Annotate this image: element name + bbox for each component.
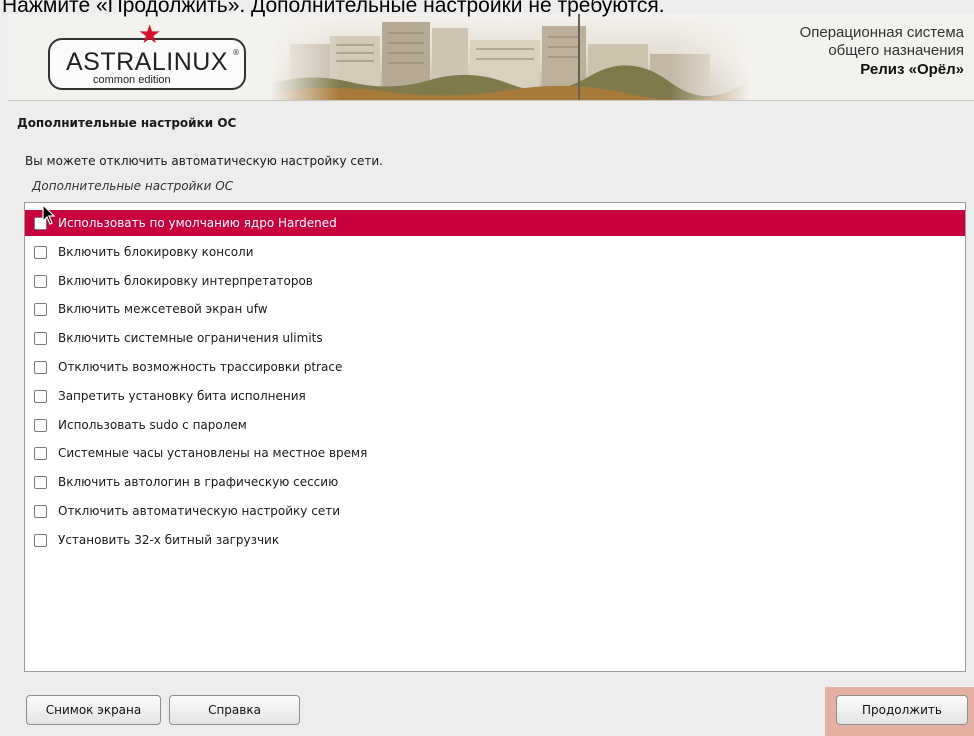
os-title-line1: Операционная система: [799, 24, 964, 41]
option-label: Включить межсетевой экран ufw: [58, 302, 268, 317]
option-checkbox[interactable]: [34, 245, 47, 259]
option-checkbox[interactable]: [34, 447, 47, 461]
option-row[interactable]: Использовать sudo с паролем: [25, 412, 965, 438]
option-label: Запретить установку бита исполнения: [58, 388, 306, 403]
option-checkbox[interactable]: [34, 303, 47, 317]
option-row[interactable]: Установить 32-х битный загрузчик: [25, 527, 965, 553]
os-info: Операционная система общего назначения Р…: [800, 24, 964, 80]
option-label: Включить автологин в графическую сессию: [58, 475, 339, 490]
cityscape-banner-image: [270, 14, 750, 100]
option-label: Отключить автоматическую настройку сети: [58, 504, 340, 518]
page-title: Дополнительные настройки ОС: [17, 116, 237, 130]
option-row[interactable]: Отключить возможность трассировки ptrace: [25, 354, 965, 380]
option-checkbox[interactable]: [34, 418, 47, 432]
logo-subtitle: common edition: [88, 74, 176, 86]
option-row[interactable]: Включить автологин в графическую сессию: [25, 469, 965, 495]
options-checklist: Использовать по умолчанию ядро Hardened В…: [24, 202, 966, 672]
option-label: Использовать sudo с паролем: [58, 417, 247, 432]
option-label: Отключить возможность трассировки ptrace: [58, 360, 343, 374]
screenshot-button[interactable]: Снимок экрана: [26, 695, 161, 725]
option-label: Установить 32-х битный загрузчик: [58, 532, 280, 547]
option-label: Включить блокировку консоли: [58, 244, 254, 259]
option-checkbox[interactable]: [34, 476, 47, 490]
option-checkbox[interactable]: [34, 274, 47, 288]
mouse-cursor-icon: [42, 204, 56, 225]
option-row[interactable]: Запретить установку бита исполнения: [25, 383, 965, 409]
description-text: Вы можете отключить автоматическую настр…: [25, 154, 383, 168]
astralinux-logo: ★ ASTRALINUX ® common edition: [48, 22, 246, 90]
option-row[interactable]: Отключить автоматическую настройку сети: [25, 498, 965, 524]
tutorial-caption: Нажмите «Продолжить». Дополнительные нас…: [2, 0, 665, 17]
option-checkbox[interactable]: [34, 505, 47, 518]
star-icon: ★: [138, 20, 162, 50]
option-row[interactable]: Включить системные ограничения ulimits: [25, 325, 965, 351]
option-checkbox[interactable]: [34, 533, 47, 547]
option-row[interactable]: Включить блокировку интерпретаторов: [25, 268, 965, 294]
option-label: Включить блокировку интерпретаторов: [58, 273, 313, 288]
registered-mark: ®: [232, 48, 240, 57]
installer-header: ★ ASTRALINUX ® common edition Операционн…: [8, 14, 974, 101]
option-label: Включить системные ограничения ulimits: [58, 331, 323, 346]
options-list-label: Дополнительные настройки ОС: [32, 179, 234, 193]
continue-button[interactable]: Продолжить: [836, 695, 968, 725]
option-label: Системные часы установлены на местное вр…: [58, 446, 368, 461]
option-row[interactable]: Системные часы установлены на местное вр…: [25, 440, 965, 466]
option-checkbox[interactable]: [34, 361, 47, 374]
option-row[interactable]: Использовать по умолчанию ядро Hardened: [25, 210, 965, 236]
option-row[interactable]: Включить межсетевой экран ufw: [25, 296, 965, 322]
help-button[interactable]: Справка: [169, 695, 300, 725]
os-title-line2: общего назначения: [828, 42, 964, 59]
option-label: Использовать по умолчанию ядро Hardened: [58, 216, 337, 230]
logo-title: ASTRALINUX: [66, 48, 228, 76]
release-name: Релиз «Орёл»: [860, 61, 964, 78]
option-row[interactable]: Включить блокировку консоли: [25, 239, 965, 265]
option-checkbox[interactable]: [34, 389, 47, 403]
option-checkbox[interactable]: [34, 332, 47, 346]
